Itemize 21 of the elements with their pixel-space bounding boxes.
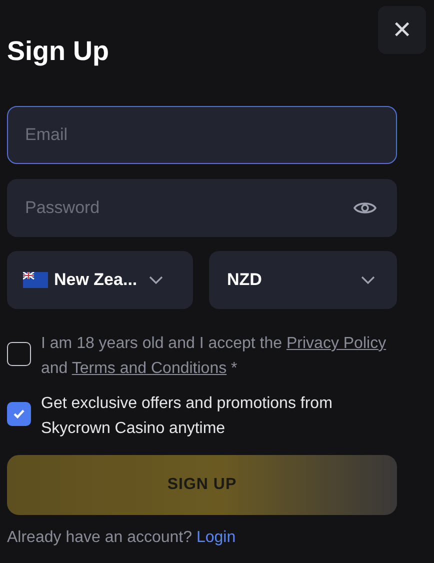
consent-link[interactable]: Privacy Policy [286,335,386,352]
chevron-icon [149,276,164,284]
chevron-icon [361,276,375,284]
consent-text: I am 18 years old and I accept the Privacy Policy and Terms and Conditions * [41,334,388,379]
flag-icon [23,272,48,288]
checkbox[interactable] [7,342,31,366]
password-field[interactable]: Password [7,179,397,237]
login-link[interactable]: Login [196,529,236,546]
checkbox[interactable] [7,402,31,426]
consent-link[interactable]: Terms and Conditions [72,360,227,377]
country-select[interactable]: New Zea... [7,251,193,309]
page-title: Sign Up [7,35,110,68]
account-prompt: Already have an account? [7,529,192,546]
email-field[interactable]: Email [7,106,397,164]
consent-text: Get exclusive offers and promotions from Skycrown Casino anytime [41,394,334,439]
currency-value: NZD [227,270,263,290]
close-button[interactable]: ✕ [378,6,426,54]
currency-select[interactable]: NZD [209,251,397,309]
eye-icon[interactable] [353,200,377,216]
check-icon [13,409,25,419]
country-value: New Zea... [54,270,138,290]
